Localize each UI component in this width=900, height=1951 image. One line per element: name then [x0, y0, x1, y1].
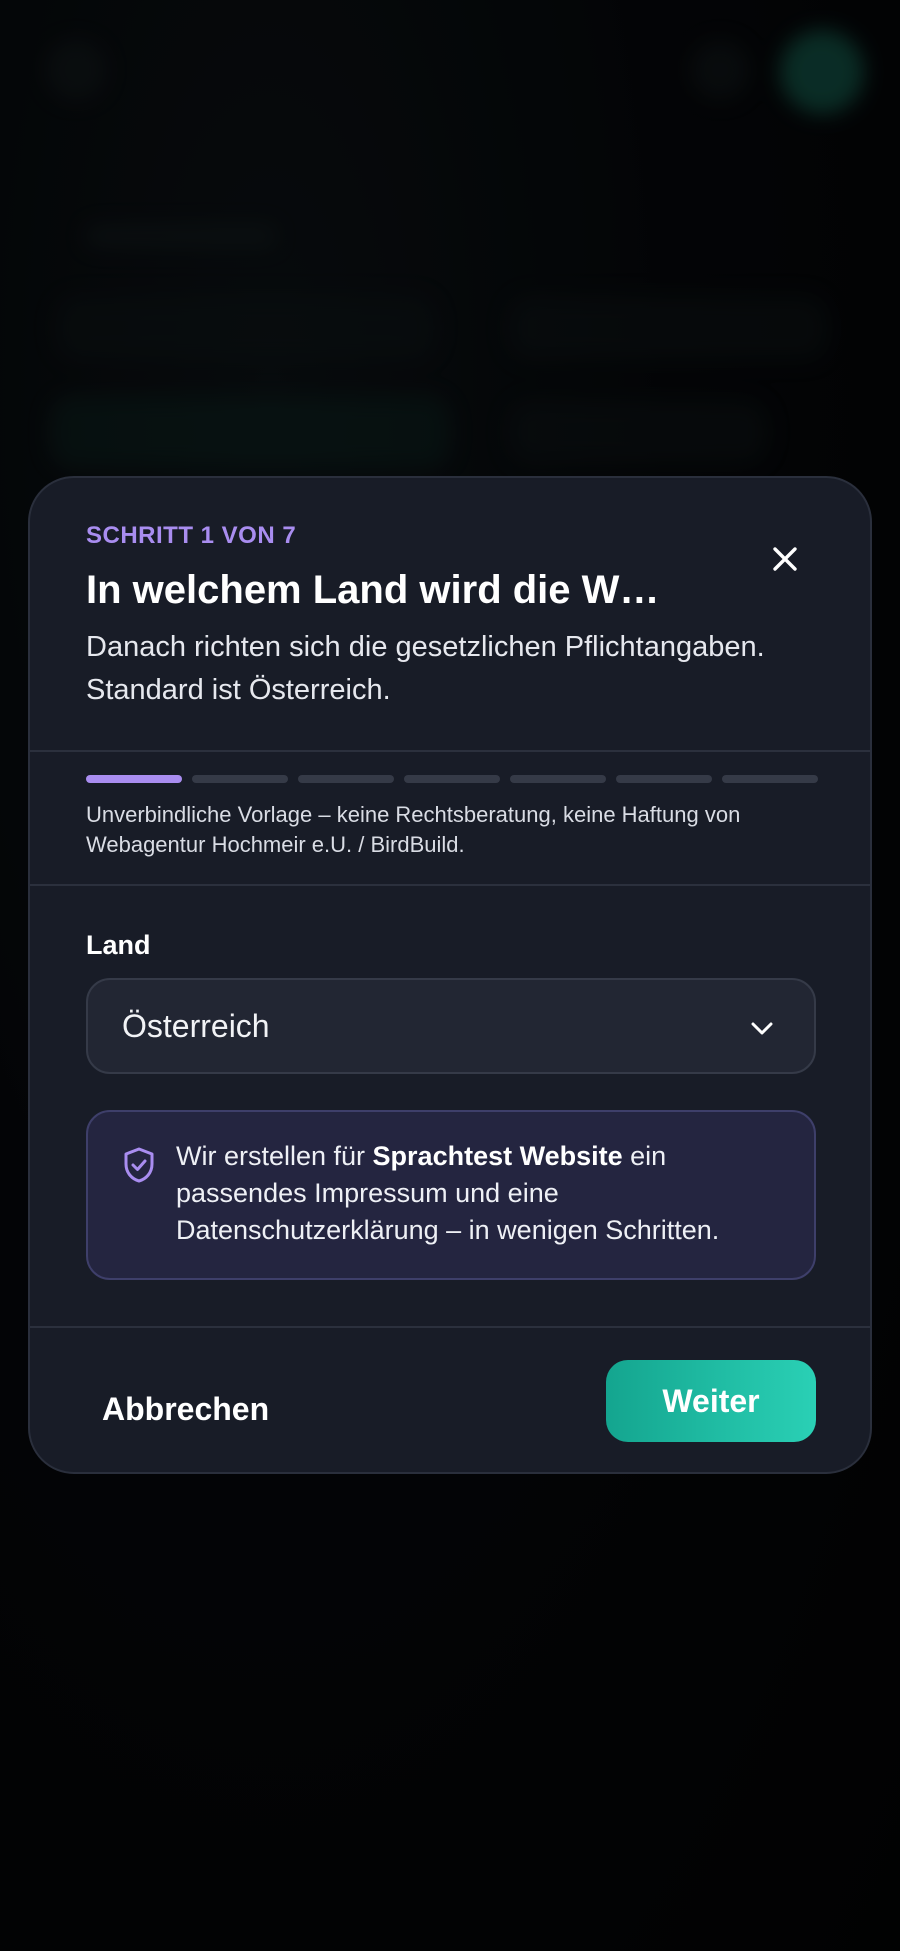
progress-segment	[722, 775, 818, 783]
close-button[interactable]	[760, 534, 810, 584]
cancel-button[interactable]: Abbrechen	[92, 1368, 312, 1450]
progress-segment	[510, 775, 606, 783]
progress-segment	[616, 775, 712, 783]
progress-segment	[404, 775, 500, 783]
progress-section: Unverbindliche Vorlage – keine Rechtsber…	[30, 752, 870, 886]
country-select[interactable]: Österreich	[86, 978, 816, 1074]
info-text-before: Wir erstellen für	[176, 1141, 373, 1171]
progress-segment	[298, 775, 394, 783]
chevron-down-icon	[751, 1022, 773, 1035]
step-indicator: SCHRITT 1 VON 7	[86, 522, 297, 549]
shield-check-icon	[124, 1147, 154, 1183]
disclaimer-text: Unverbindliche Vorlage – keine Rechtsber…	[86, 802, 741, 857]
progress-segment	[192, 775, 288, 783]
progress-segment	[86, 775, 182, 783]
close-icon	[773, 547, 797, 571]
next-button[interactable]: Weiter	[606, 1360, 816, 1442]
info-box: Wir erstellen für Sprachtest Website ein…	[86, 1110, 816, 1280]
dialog-title: In welchem Land wird die W…	[86, 568, 660, 612]
info-text: Wir erstellen für Sprachtest Website ein…	[176, 1138, 796, 1249]
dialog-footer: Abbrechen Weiter	[30, 1326, 870, 1472]
dialog-header: SCHRITT 1 VON 7 In welchem Land wird die…	[30, 478, 870, 752]
progress-bar	[86, 775, 818, 783]
country-select-value: Österreich	[122, 1007, 270, 1044]
country-label: Land	[86, 930, 151, 960]
dialog-subtitle: Danach richten sich die gesetzlichen Pfl…	[86, 631, 765, 706]
site-name: Sprachtest Website	[372, 1141, 623, 1171]
legal-wizard-dialog: SCHRITT 1 VON 7 In welchem Land wird die…	[28, 476, 872, 1474]
